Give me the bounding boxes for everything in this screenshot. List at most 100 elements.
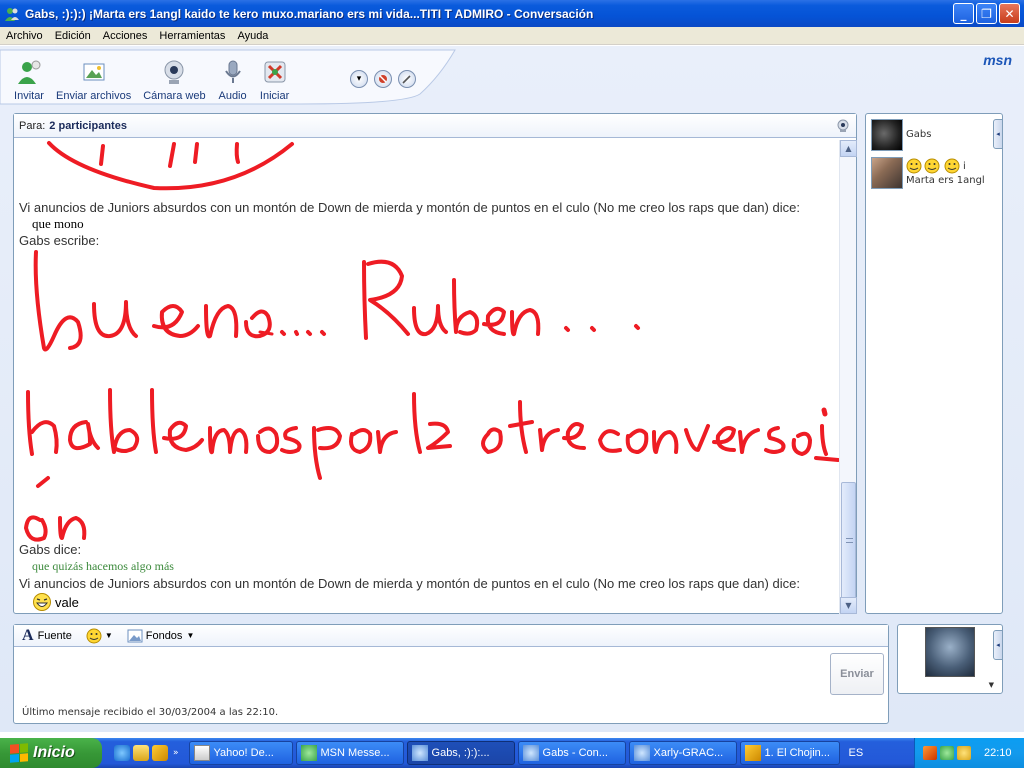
quick-launch: » [114, 745, 179, 761]
desktop-icon[interactable] [133, 745, 149, 761]
collapse-panel-icon[interactable]: ◂ [993, 119, 1003, 149]
contact-name: Marta ers 1angl [906, 175, 985, 186]
task-label: 1. El Chojin... [764, 747, 830, 759]
webcam-button[interactable]: Cámara web [143, 57, 206, 102]
message-text: que mono [32, 216, 84, 231]
avatar[interactable] [925, 627, 975, 677]
menu-bar: Archivo Edición Acciones Herramientas Ay… [0, 27, 1024, 45]
tray-app-icon[interactable] [923, 746, 937, 760]
msn-logo: msn [983, 52, 1012, 68]
history-scrollbar[interactable]: ▲ ▼ [839, 140, 857, 614]
send-files-button[interactable]: Enviar archivos [56, 57, 131, 102]
media-player-icon[interactable] [152, 745, 168, 761]
to-bar: Para: 2 participantes [14, 114, 856, 138]
msn-tray-icon[interactable] [940, 746, 954, 760]
windows-logo-icon [10, 743, 28, 763]
start-activity-button[interactable]: Iniciar [260, 57, 290, 102]
media-player-icon [744, 745, 761, 761]
block-contact-icon[interactable] [374, 70, 392, 88]
message-history[interactable]: Vi anuncios de Juniors absurdos con un m… [14, 140, 840, 614]
my-display-picture-panel: ▼ ◂ [897, 624, 1003, 694]
close-button[interactable]: ✕ [999, 3, 1020, 24]
taskbar: Inicio » Yahoo! De... MSN Messe... Gabs,… [0, 738, 1024, 768]
participants-panel: Gabs i Marta ers 1angl ◂ [865, 113, 1003, 614]
message-header: Gabs escribe: [19, 233, 100, 248]
invite-icon [14, 57, 44, 87]
message-text-with-emoticon: vale [32, 592, 79, 612]
menu-edicion[interactable]: Edición [49, 30, 97, 42]
backgrounds-label: Fondos [145, 629, 183, 642]
toolbar: Invitar Enviar archivos Cámara web Audio… [14, 50, 302, 102]
conversation-panel: Para: 2 participantes Vi anuncios de Jun… [13, 113, 857, 614]
font-button[interactable]: A Fuente [22, 627, 72, 645]
menu-acciones[interactable]: Acciones [97, 30, 154, 42]
contact-marta[interactable]: i Marta ers 1angl [871, 157, 985, 189]
scroll-down-icon[interactable]: ▼ [840, 597, 857, 614]
webcam-label: Cámara web [143, 90, 206, 102]
audio-button[interactable]: Audio [218, 57, 248, 102]
send-files-label: Enviar archivos [56, 90, 132, 102]
tray-icon[interactable] [957, 746, 971, 760]
more-icon[interactable]: » [173, 748, 179, 758]
menu-archivo[interactable]: Archivo [0, 30, 49, 42]
contact-name-fragment: i [963, 160, 966, 172]
last-message-status: Último mensaje recibido el 30/03/2004 a … [22, 707, 279, 718]
title-bar[interactable]: Gabs, :):):) ¡Marta ers 1angl kaido te k… [0, 0, 1024, 27]
conversation-icon [522, 745, 539, 761]
smiley-emoticons-icon [906, 158, 960, 174]
invite-label: Invitar [14, 90, 44, 102]
internet-explorer-icon[interactable] [114, 745, 130, 761]
send-button[interactable]: Enviar [830, 653, 884, 695]
audio-label: Audio [218, 90, 247, 102]
window-title: Gabs, :):):) ¡Marta ers 1angl kaido te k… [25, 6, 594, 21]
task-xarly[interactable]: Xarly-GRAC... [628, 741, 737, 765]
maximize-button[interactable]: ❐ [976, 3, 997, 24]
participants-count[interactable]: 2 participantes [49, 120, 127, 132]
compose-panel: A Fuente ▼ Fondos ▼ Enviar Último mensaj… [13, 624, 889, 724]
task-label: Gabs, :):):... [431, 747, 490, 759]
laughing-emoticon-icon [33, 593, 51, 611]
start-button[interactable]: Inicio [0, 738, 102, 768]
language-indicator[interactable]: ES [849, 747, 873, 759]
backgrounds-icon [127, 629, 143, 642]
message-input[interactable] [16, 649, 826, 697]
send-files-icon [79, 57, 109, 87]
system-tray: 22:10 [914, 738, 1024, 768]
task-label: Gabs - Con... [542, 747, 608, 759]
task-label: Yahoo! De... [213, 747, 274, 759]
avatar [871, 119, 903, 151]
clock: 22:10 [984, 747, 1012, 759]
chevron-down-icon[interactable]: ▼ [989, 681, 994, 689]
window-icon [193, 745, 210, 761]
menu-herramientas[interactable]: Herramientas [153, 30, 231, 42]
chevron-down-icon: ▼ [186, 631, 195, 640]
task-gabs-con[interactable]: Gabs - Con... [517, 741, 626, 765]
task-chojin[interactable]: 1. El Chojin... [739, 741, 840, 765]
webcam-small-icon[interactable] [836, 119, 850, 133]
webcam-icon [159, 57, 189, 87]
message-text: que quizás hacemos algo más [32, 559, 174, 573]
contact-gabs[interactable]: Gabs [871, 119, 931, 151]
menu-ayuda[interactable]: Ayuda [231, 30, 274, 42]
activity-icon [260, 57, 290, 87]
message-header: Vi anuncios de Juniors absurdos con un m… [19, 200, 800, 215]
scroll-thumb[interactable] [841, 482, 856, 599]
task-msn-messenger[interactable]: MSN Messe... [295, 741, 404, 765]
emoticon-button[interactable]: ▼ [86, 628, 113, 644]
pen-icon[interactable] [398, 70, 416, 88]
task-gabs-conversation[interactable]: Gabs, :):):... [406, 741, 515, 765]
chevron-down-icon: ▼ [104, 631, 113, 640]
invite-button[interactable]: Invitar [14, 57, 44, 102]
task-yahoo[interactable]: Yahoo! De... [188, 741, 293, 765]
to-label: Para: [19, 119, 46, 132]
task-label: Xarly-GRAC... [653, 747, 724, 759]
block-dropdown-icon[interactable]: ▾ [350, 70, 368, 88]
collapse-panel-icon[interactable]: ◂ [993, 630, 1003, 660]
backgrounds-button[interactable]: Fondos ▼ [127, 629, 195, 643]
scroll-up-icon[interactable]: ▲ [840, 140, 857, 157]
conversation-window-body: Invitar Enviar archivos Cámara web Audio… [0, 46, 1024, 732]
message-header: Vi anuncios de Juniors absurdos con un m… [19, 576, 800, 591]
contact-name: Gabs [906, 129, 932, 140]
format-toolbar: A Fuente ▼ Fondos ▼ [14, 625, 888, 647]
minimize-button[interactable]: _ [953, 3, 974, 24]
